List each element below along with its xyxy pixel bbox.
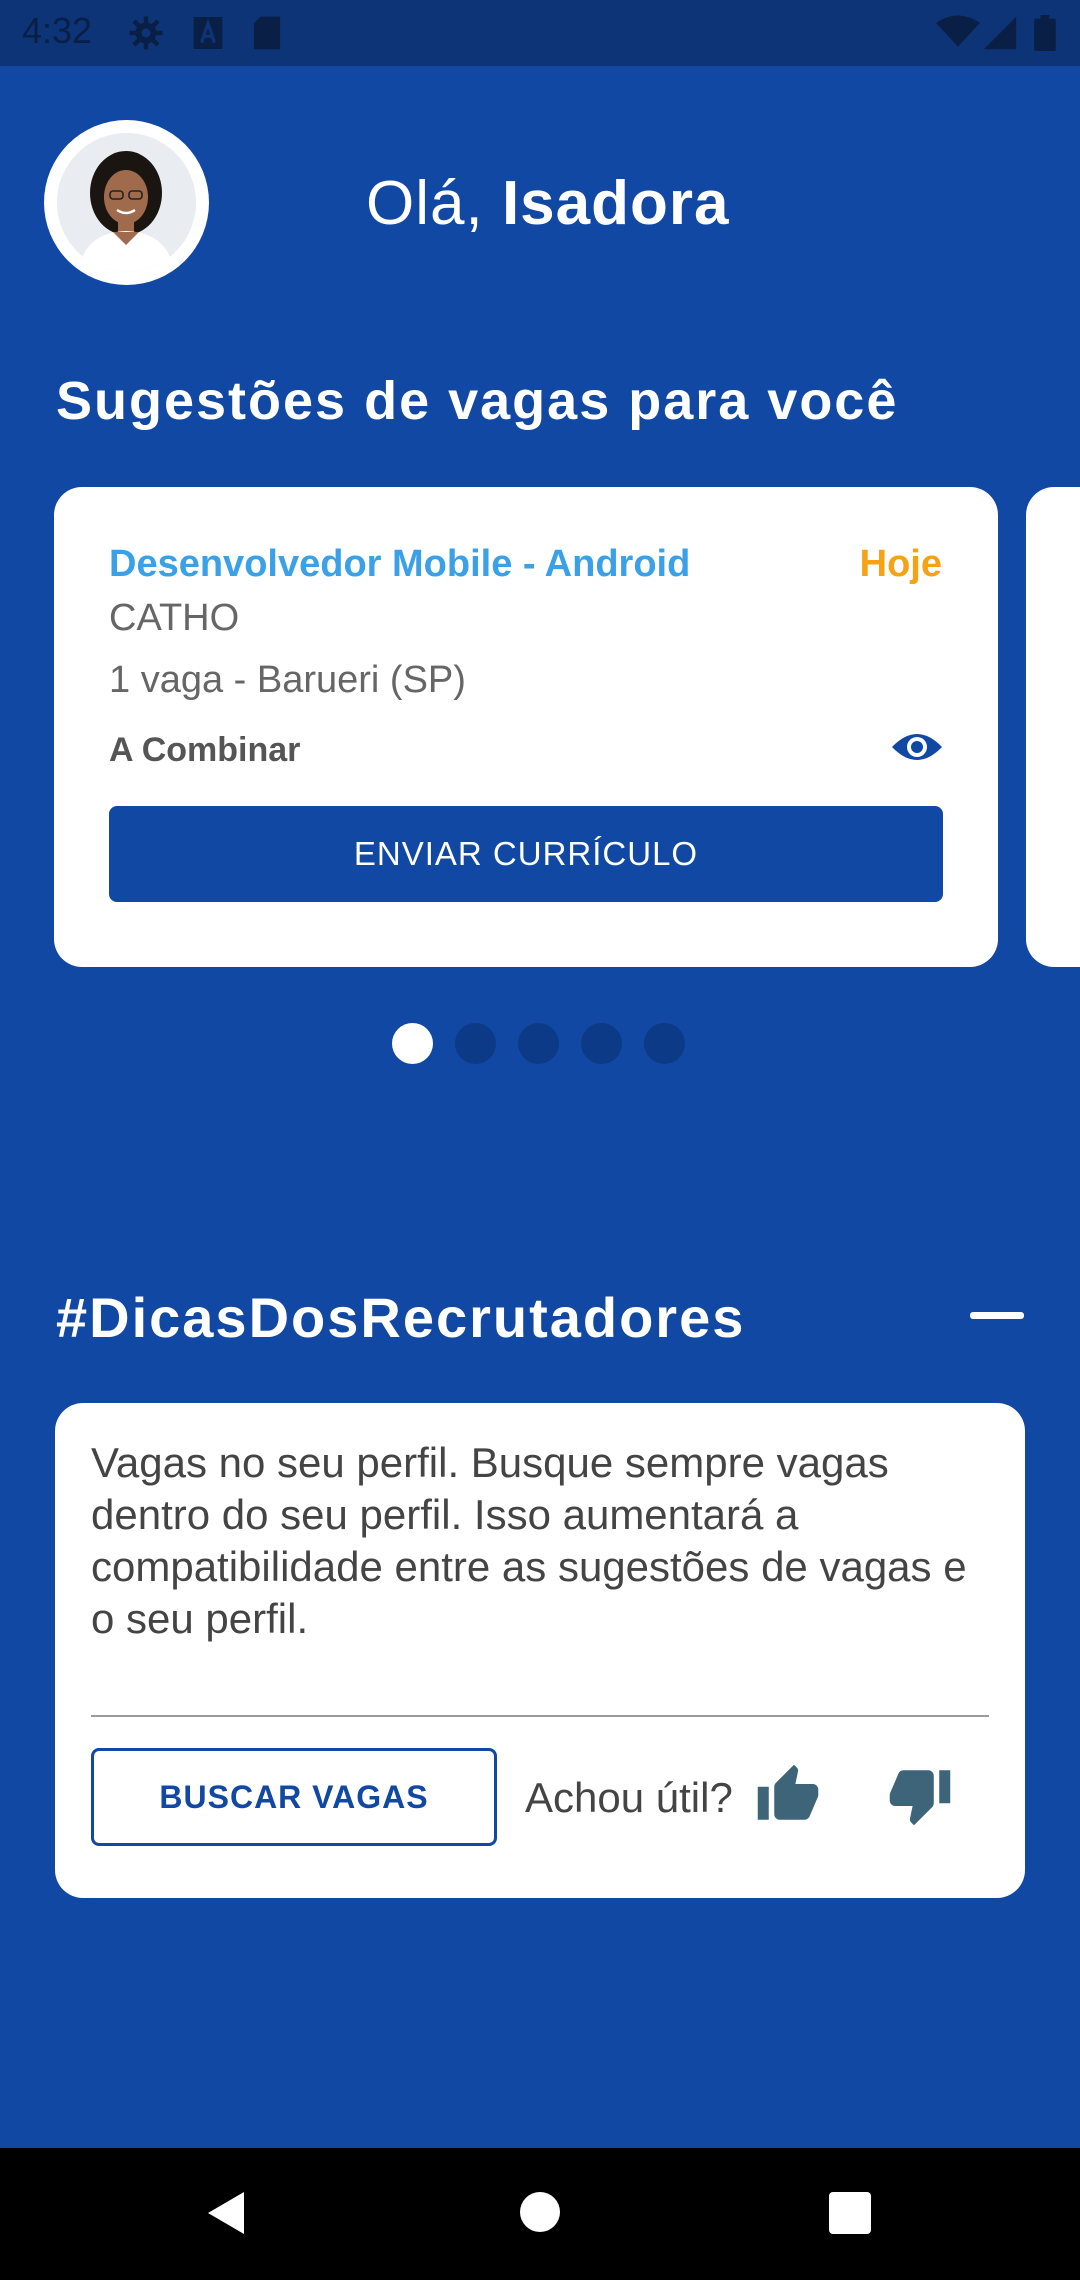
- job-title[interactable]: Desenvolvedor Mobile - Android: [109, 543, 690, 586]
- navigation-bar: [0, 2148, 1080, 2280]
- greeting: Olá, Isadora: [366, 168, 730, 239]
- pagination-dot[interactable]: [644, 1023, 685, 1064]
- send-resume-button[interactable]: ENVIAR CURRÍCULO: [109, 806, 943, 902]
- wifi-icon: [936, 15, 980, 47]
- pagination-dot[interactable]: [581, 1023, 622, 1064]
- signal-icon: [983, 16, 1017, 50]
- thumbs-up-icon[interactable]: [755, 1762, 821, 1828]
- gear-icon: [129, 16, 163, 50]
- job-salary: A Combinar: [109, 731, 301, 769]
- carousel-pagination: [392, 1023, 685, 1064]
- tip-text: Vagas no seu perfil. Busque sempre vagas…: [91, 1439, 967, 1642]
- eye-icon[interactable]: [890, 727, 944, 767]
- avatar-photo: [57, 133, 196, 272]
- tip-card: Vagas no seu perfil. Busque sempre vagas…: [55, 1403, 1025, 1898]
- battery-icon: [1034, 15, 1056, 51]
- useful-label: Achou útil?: [525, 1774, 733, 1821]
- tips-title: #DicasDosRecrutadores: [56, 1286, 746, 1349]
- thumbs-down-icon[interactable]: [887, 1762, 953, 1828]
- search-jobs-button[interactable]: BUSCAR VAGAS: [91, 1748, 497, 1846]
- recent-apps-icon[interactable]: [829, 2192, 871, 2234]
- status-bar: 4:32: [0, 0, 1080, 66]
- home-icon[interactable]: [520, 2192, 560, 2232]
- avatar[interactable]: [44, 120, 209, 285]
- sd-card-icon: [253, 16, 281, 50]
- user-name: Isadora: [501, 169, 730, 238]
- status-time: 4:32: [22, 10, 93, 51]
- pagination-dot[interactable]: [518, 1023, 559, 1064]
- suggestions-title: Sugestões de vagas para você: [56, 371, 899, 431]
- back-icon[interactable]: [206, 2190, 246, 2236]
- text-a-icon: [193, 17, 223, 49]
- pagination-dot[interactable]: [392, 1023, 433, 1064]
- job-date: Hoje: [859, 543, 942, 585]
- divider: [91, 1715, 989, 1717]
- job-company: CATHO: [109, 597, 240, 639]
- next-job-card[interactable]: [1026, 487, 1080, 967]
- pagination-dot[interactable]: [455, 1023, 496, 1064]
- collapse-icon[interactable]: [970, 1312, 1024, 1319]
- greeting-prefix: Olá,: [366, 169, 484, 238]
- job-card[interactable]: Desenvolvedor Mobile - Android Hoje CATH…: [54, 487, 998, 967]
- job-location: 1 vaga - Barueri (SP): [109, 659, 466, 701]
